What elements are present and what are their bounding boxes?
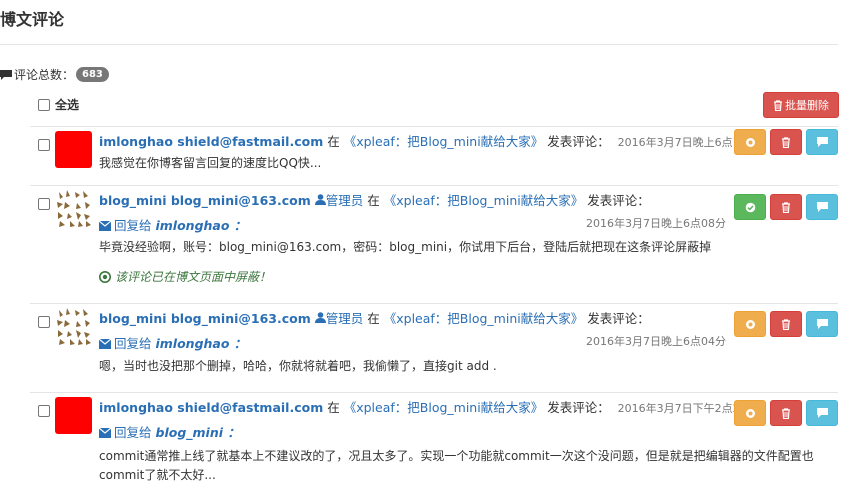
envelope-icon: [98, 220, 112, 231]
comment-actions: [734, 400, 838, 426]
in-text: 在: [367, 311, 380, 326]
in-text: 在: [367, 193, 380, 208]
disable-icon: [745, 319, 755, 329]
comment-checkbox[interactable]: [38, 198, 50, 210]
reply-label: 回复给: [114, 218, 152, 233]
in-text: 在: [327, 134, 340, 149]
action-text: 发表评论：: [547, 400, 610, 415]
select-all-checkbox[interactable]: [38, 98, 50, 111]
comment-actions: [734, 194, 838, 220]
comment-content: 我感觉在你博客留言回复的速度比QQ快...: [99, 156, 322, 170]
reply-comment-button[interactable]: [806, 129, 838, 155]
reply-target: 回复给 imlonghao ：: [98, 333, 247, 352]
article-link[interactable]: 《xpleaf：把Blog_mini献给大家》: [384, 311, 583, 326]
article-link[interactable]: 《xpleaf：把Blog_mini献给大家》: [384, 193, 583, 208]
disable-comment-button[interactable]: [734, 129, 766, 155]
reply-to-name[interactable]: blog_mini ：: [156, 425, 240, 440]
comment-icon: [816, 137, 828, 147]
comment-total-label: 评论总数：: [14, 68, 75, 82]
comment-checkbox[interactable]: [38, 316, 50, 328]
comment-icon: [816, 319, 828, 329]
comment-item: blog_mini blog_mini@163.com 管理员 在 《xplea…: [30, 303, 838, 391]
admin-label: 管理员: [325, 311, 364, 326]
trash-icon: [782, 407, 790, 419]
user-icon: [314, 312, 326, 323]
avatar: [55, 190, 92, 227]
comment-checkbox[interactable]: [38, 139, 50, 151]
comment-checkbox[interactable]: [38, 405, 50, 417]
comment-actions: [734, 311, 838, 337]
trash-icon: [774, 99, 782, 111]
comment-author[interactable]: blog_mini blog_mini@163.com: [99, 193, 311, 208]
in-text: 在: [327, 400, 340, 415]
reply-target: 回复给 blog_mini ：: [98, 422, 240, 441]
reply-label: 回复给: [114, 336, 152, 351]
comment-content: 嗯，当时也没把那个删掉，哈哈，你就将就着吧，我偷懒了，直接git add .: [99, 359, 497, 373]
reply-comment-button[interactable]: [806, 311, 838, 337]
avatar: [55, 397, 92, 434]
comment-icon: [816, 202, 828, 212]
disable-icon: [745, 408, 755, 418]
hidden-notice-text: 该评论已在博文页面中屏蔽！: [115, 270, 272, 284]
enable-comment-button[interactable]: [734, 194, 766, 220]
avatar: [55, 308, 92, 345]
reply-to-name[interactable]: imlonghao ：: [156, 336, 247, 351]
comment-content: commit通常推上线了就基本上不建议改的了，况且太多了。实现一个功能就comm…: [99, 449, 814, 482]
disable-icon: [745, 137, 755, 147]
trash-icon: [782, 136, 790, 148]
action-text: 发表评论：: [587, 311, 650, 326]
bulk-delete-label: 批量删除: [785, 99, 829, 112]
user-icon: [314, 194, 326, 205]
comment-count-badge: 683: [76, 67, 109, 82]
comment-item: imlonghao shield@fastmail.com 在 《xpleaf：…: [30, 126, 838, 184]
reply-to-name[interactable]: imlonghao ：: [156, 218, 247, 233]
comment-author[interactable]: imlonghao shield@fastmail.com: [99, 134, 323, 149]
comment-content: 毕竟没经验啊，账号：blog_mini@163.com，密码：blog_mini…: [99, 240, 712, 254]
comment-total: 评论总数： 683: [0, 66, 109, 83]
action-text: 发表评论：: [587, 193, 650, 208]
title-divider: [0, 44, 838, 45]
action-text: 发表评论：: [547, 134, 610, 149]
comment-time: 2016年3月7日晚上6点04分: [586, 335, 726, 348]
disable-comment-button[interactable]: [734, 400, 766, 426]
admin-label: 管理员: [325, 193, 364, 208]
reply-target: 回复给 imlonghao ：: [98, 215, 247, 234]
delete-comment-button[interactable]: [770, 194, 802, 220]
ok-circle-icon: [99, 271, 111, 283]
page-title: 博文评论: [0, 10, 65, 29]
reply-comment-button[interactable]: [806, 400, 838, 426]
reply-label: 回复给: [114, 425, 152, 440]
delete-comment-button[interactable]: [770, 400, 802, 426]
comment-icon: [0, 69, 12, 80]
comment-header: blog_mini blog_mini@163.com 管理员 在 《xplea…: [99, 190, 650, 209]
comment-icon: [816, 408, 828, 418]
comment-actions: [734, 129, 838, 155]
reply-comment-button[interactable]: [806, 194, 838, 220]
disable-comment-button[interactable]: [734, 311, 766, 337]
hidden-notice: 该评论已在博文页面中屏蔽！: [99, 268, 271, 285]
trash-icon: [782, 201, 790, 213]
delete-comment-button[interactable]: [770, 311, 802, 337]
article-link[interactable]: 《xpleaf：把Blog_mini献给大家》: [344, 134, 543, 149]
avatar: [55, 131, 92, 168]
envelope-icon: [98, 338, 112, 349]
select-all-label: 全选: [55, 98, 80, 112]
comment-time: 2016年3月7日晚上6点08分: [586, 217, 726, 230]
bulk-delete-button[interactable]: 批量删除: [763, 92, 839, 118]
comment-header: imlonghao shield@fastmail.com 在 《xpleaf：…: [99, 397, 758, 416]
trash-icon: [782, 318, 790, 330]
comment-item: imlonghao shield@fastmail.com 在 《xpleaf：…: [30, 392, 838, 487]
envelope-icon: [98, 427, 112, 438]
select-all[interactable]: 全选: [38, 96, 79, 113]
comment-header: blog_mini blog_mini@163.com 管理员 在 《xplea…: [99, 308, 650, 327]
delete-comment-button[interactable]: [770, 129, 802, 155]
check-circle-icon: [745, 202, 755, 212]
comment-item: blog_mini blog_mini@163.com 管理员 在 《xplea…: [30, 185, 838, 302]
comment-author[interactable]: imlonghao shield@fastmail.com: [99, 400, 323, 415]
article-link[interactable]: 《xpleaf：把Blog_mini献给大家》: [344, 400, 543, 415]
comment-author[interactable]: blog_mini blog_mini@163.com: [99, 311, 311, 326]
comment-header: imlonghao shield@fastmail.com 在 《xpleaf：…: [99, 131, 758, 150]
